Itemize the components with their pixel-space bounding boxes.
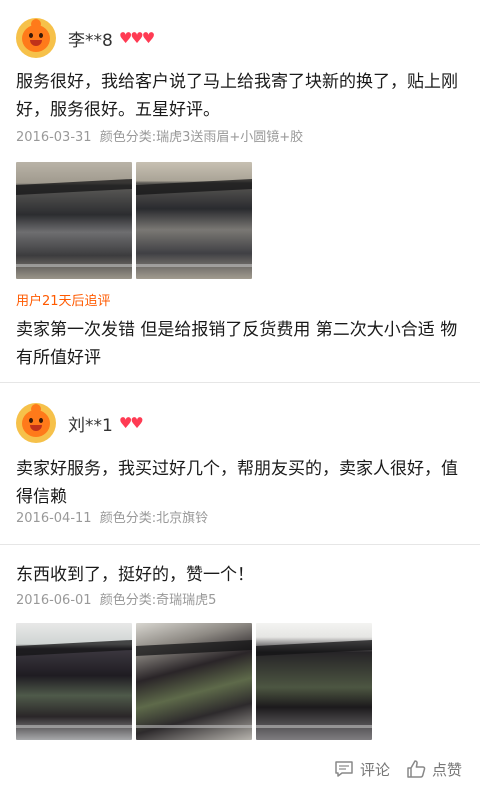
- like-label: 点赞: [431, 760, 462, 779]
- review-spec: 颜色分类:北京旗铃: [99, 511, 209, 526]
- review-photos: [16, 162, 256, 279]
- comment-label: 评论: [359, 760, 390, 779]
- followup-label: 用户21天后追评: [16, 294, 111, 309]
- comment-button[interactable]: 评论: [334, 759, 390, 780]
- buyer-level-badge: ♥ ♥ ♥: [119, 29, 156, 47]
- visor-shape: [256, 639, 372, 657]
- heart-icon: ♥: [141, 29, 156, 47]
- thumbs-up-icon: [407, 760, 426, 778]
- avatar-face: [22, 410, 50, 437]
- review-card: 东西收到了，挺好的，赞一个！ 2016-06-01 颜色分类:奇瑞瑞虎5: [0, 545, 480, 755]
- frame-shape: [16, 264, 132, 267]
- review-spec: 颜色分类:奇瑞瑞虎5: [99, 593, 217, 608]
- avatar-eye: [29, 418, 33, 423]
- frame-shape: [136, 264, 252, 267]
- username: 刘**1: [68, 415, 113, 436]
- review-photo[interactable]: [16, 162, 132, 279]
- review-date: 2016-06-01: [16, 593, 92, 608]
- review-actions: 评论 点赞: [318, 756, 462, 782]
- avatar[interactable]: [16, 403, 56, 443]
- avatar-face: [22, 25, 50, 52]
- review-meta: 2016-04-11 颜色分类:北京旗铃: [16, 507, 208, 526]
- review-photo[interactable]: [256, 623, 372, 740]
- like-button[interactable]: 点赞: [406, 759, 462, 780]
- review-text: 东西收到了，挺好的，赞一个！: [16, 565, 254, 585]
- visor-shape: [136, 639, 252, 657]
- avatar-eye: [39, 33, 43, 38]
- username: 李**8: [68, 30, 113, 51]
- user-row: 刘**1 ♥ ♥: [16, 403, 144, 443]
- avatar-eye: [39, 418, 43, 423]
- review-text: 服务很好，我给客户说了马上给我寄了块新的换了，贴上刚好，服务很好。五星好评。: [16, 72, 458, 120]
- review-meta: 2016-06-01 颜色分类:奇瑞瑞虎5: [16, 589, 216, 608]
- review-date: 2016-03-31: [16, 130, 92, 145]
- review-photo[interactable]: [16, 623, 132, 740]
- frame-shape: [256, 725, 372, 728]
- avatar[interactable]: [16, 18, 56, 58]
- review-date: 2016-04-11: [16, 511, 92, 526]
- review-card: 刘**1 ♥ ♥ 卖家好服务，我买过好几个，帮朋友买的，卖家人很好，值得信赖 2…: [0, 383, 480, 543]
- frame-shape: [136, 725, 252, 728]
- frame-shape: [16, 725, 132, 728]
- buyer-level-badge: ♥ ♥: [119, 414, 144, 432]
- avatar-eye: [29, 33, 33, 38]
- review-card: 李**8 ♥ ♥ ♥ 服务很好，我给客户说了马上给我寄了块新的换了，贴上刚好，服…: [0, 0, 480, 380]
- review-spec: 颜色分类:瑞虎3送雨眉+小圆镜+胶: [99, 130, 304, 145]
- review-meta: 2016-03-31 颜色分类:瑞虎3送雨眉+小圆镜+胶: [16, 126, 303, 145]
- comment-icon: [335, 761, 353, 777]
- review-photo[interactable]: [136, 623, 252, 740]
- visor-shape: [16, 639, 132, 657]
- visor-shape: [136, 178, 252, 196]
- review-photo[interactable]: [136, 162, 252, 279]
- heart-icon: ♥: [130, 414, 144, 432]
- review-text: 卖家好服务，我买过好几个，帮朋友买的，卖家人很好，值得信赖: [16, 459, 458, 507]
- review-photos: [16, 623, 376, 740]
- followup-text: 卖家第一次发错 但是给报销了反货费用 第二次大小合适 物有所值好评: [16, 320, 458, 368]
- visor-shape: [16, 178, 132, 196]
- user-row: 李**8 ♥ ♥ ♥: [16, 18, 156, 58]
